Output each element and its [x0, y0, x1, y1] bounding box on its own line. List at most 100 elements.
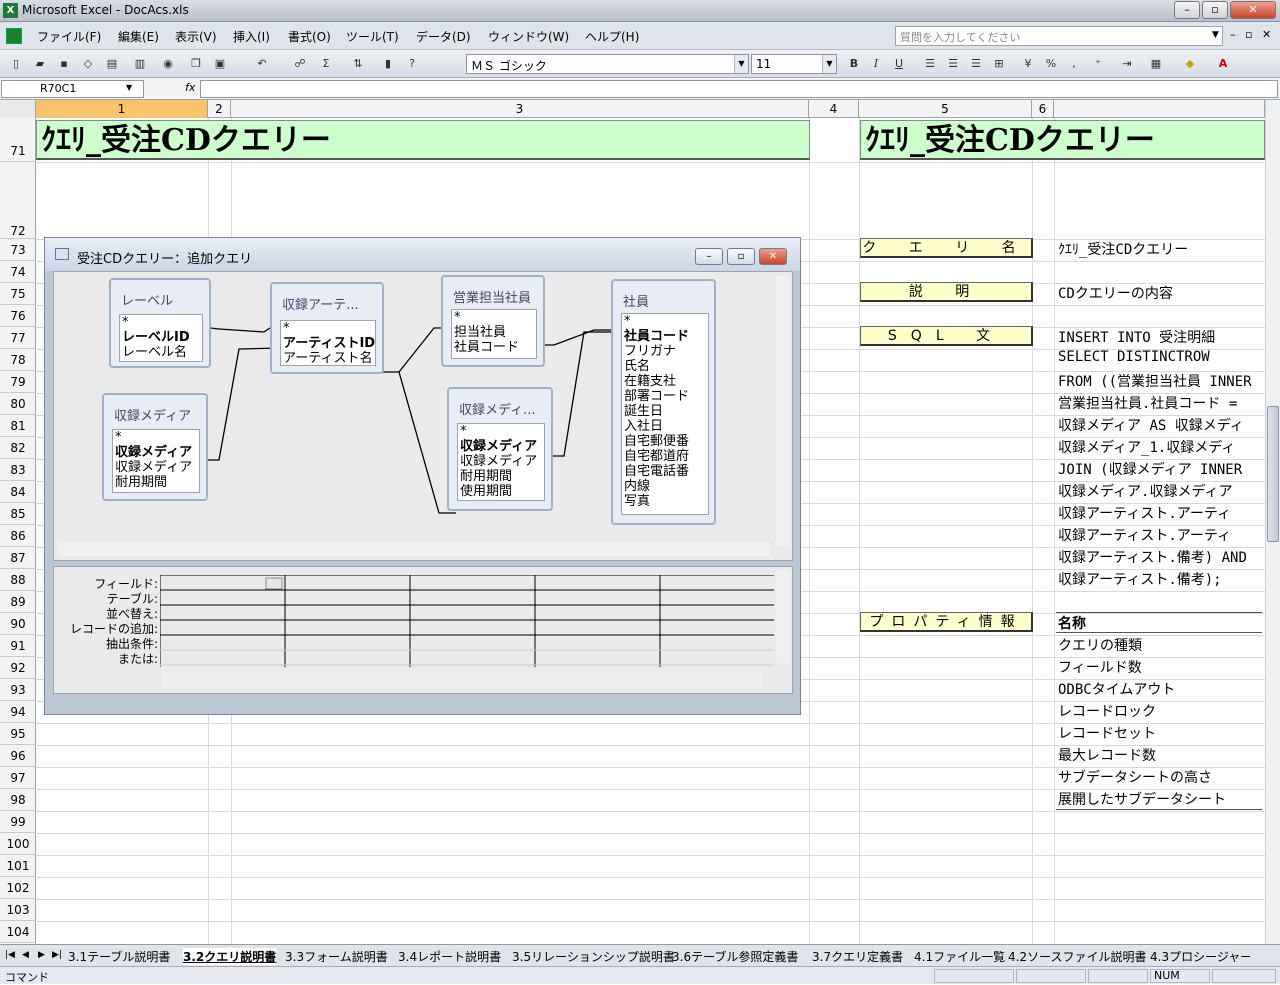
autosum-icon[interactable]: Σ — [318, 56, 334, 72]
sheet-title-right[interactable]: ｸｴﾘ_受注CDクエリー — [860, 120, 1265, 160]
row-header[interactable]: 74 — [0, 261, 36, 283]
percent-icon[interactable]: % — [1043, 56, 1059, 72]
increase-decimal-icon[interactable]: ⁺ — [1090, 56, 1106, 72]
row-header[interactable]: 88 — [0, 569, 36, 591]
description-label[interactable]: 説 明 — [860, 282, 1033, 302]
field-list[interactable]: * レーベルID レーベル名 — [119, 314, 203, 362]
maximize-button[interactable]: ▫ — [1202, 1, 1228, 19]
sheet-tab[interactable]: 3.5リレーションシップ説明書 — [512, 948, 675, 965]
column-header-6[interactable]: 6 — [1032, 100, 1054, 118]
field-item[interactable]: * — [281, 321, 375, 336]
description-value[interactable]: CDクエリーの内容 — [1058, 283, 1173, 303]
table-box-label[interactable]: レーベル * レーベルID レーベル名 — [109, 278, 211, 368]
row-header[interactable]: 82 — [0, 437, 36, 459]
column-header-4[interactable]: 4 — [809, 100, 859, 118]
menu-file[interactable]: ファイル(F) — [37, 28, 101, 45]
excel-icon[interactable]: X — [3, 3, 18, 18]
field-item[interactable]: レーベルID — [120, 330, 202, 345]
property-item[interactable]: フィールド数 — [1058, 657, 1142, 677]
row-header[interactable]: 79 — [0, 371, 36, 393]
menu-view[interactable]: 表示(V) — [175, 28, 217, 45]
chart-icon[interactable]: ▮ — [380, 56, 396, 72]
query-design-grid[interactable] — [160, 575, 774, 667]
open-icon[interactable]: ▰ — [32, 56, 48, 72]
property-item[interactable]: 展開したサブデータシート — [1058, 789, 1226, 809]
paste-icon[interactable]: ▣ — [212, 56, 228, 72]
field-item[interactable]: 在籍支社 — [622, 374, 708, 389]
row-header[interactable]: 71 — [0, 118, 36, 162]
underline-icon[interactable]: U — [891, 56, 907, 72]
sql-line[interactable]: 収録アーティスト.備考); — [1058, 569, 1222, 589]
property-item[interactable]: レコードセット — [1058, 723, 1156, 743]
formula-input[interactable] — [200, 80, 1278, 98]
grid-pane-hscrollbar[interactable] — [162, 673, 762, 687]
row-header[interactable]: 84 — [0, 481, 36, 503]
field-item[interactable]: * — [458, 424, 544, 439]
sql-line[interactable]: 収録メディア.収録メディア — [1058, 481, 1232, 501]
field-item[interactable]: 入社日 — [622, 419, 708, 434]
column-header-3[interactable]: 3 — [231, 100, 809, 118]
select-all-corner[interactable] — [0, 100, 36, 118]
sql-line[interactable]: 収録メディア_1.収録メディ — [1058, 437, 1235, 457]
table-pane-vscrollbar[interactable] — [776, 276, 790, 546]
field-item[interactable]: 内線 — [622, 479, 708, 494]
row-header[interactable]: 99 — [0, 811, 36, 833]
sql-line[interactable]: INSERT INTO 受注明細 — [1058, 327, 1215, 347]
row-header[interactable]: 92 — [0, 657, 36, 679]
font-color-icon[interactable]: A — [1215, 56, 1231, 72]
table-box-artist[interactable]: 収録アーテ... * アーティストID アーティスト名 — [270, 282, 384, 374]
row-header[interactable]: 73 — [0, 239, 36, 261]
query-minimize-button[interactable]: – — [695, 248, 723, 265]
field-item[interactable]: 耐用期間 — [113, 475, 199, 490]
row-header[interactable]: 91 — [0, 635, 36, 657]
property-item[interactable]: サブデータシートの高さ — [1058, 767, 1212, 787]
query-design-image[interactable]: 受注CDクエリー：追加クエリ – ▫ ✕ レーベル * レーベルID レーベル名 — [44, 237, 801, 715]
sql-line[interactable]: JOIN (収録メディア INNER — [1058, 459, 1242, 479]
sheet-title-left[interactable]: ｸｴﾘ_受注CDクエリー — [36, 120, 810, 160]
sql-label[interactable]: SQL 文 — [860, 326, 1033, 346]
sql-line[interactable]: 収録アーティスト.アーティ — [1058, 503, 1231, 523]
sheet-tab[interactable]: 4.1ファイル一覧 — [914, 948, 1005, 965]
row-header[interactable]: 89 — [0, 591, 36, 613]
field-list[interactable]: * 収録メディア 収録メディア 耐用期間 — [112, 429, 200, 493]
menu-format[interactable]: 書式(O) — [288, 28, 331, 45]
property-header[interactable]: 名称 — [1058, 613, 1086, 633]
query-close-button[interactable]: ✕ — [759, 248, 787, 265]
align-left-icon[interactable]: ☰ — [922, 56, 938, 72]
field-item[interactable]: 収録メディア — [458, 439, 544, 454]
doc-minimize-icon[interactable]: – — [1230, 28, 1236, 41]
workbook-icon[interactable] — [6, 28, 22, 44]
sheet-tab[interactable]: 3.6テーブル参照定義書 — [672, 948, 798, 965]
next-sheet-icon[interactable]: ▶ — [38, 950, 45, 960]
row-header[interactable]: 90 — [0, 613, 36, 635]
sheet-tab[interactable]: 3.4レポート説明書 — [398, 948, 501, 965]
italic-icon[interactable]: I — [868, 56, 884, 72]
sql-line[interactable]: SELECT DISTINCTROW — [1058, 349, 1210, 365]
sheet-vertical-scrollbar[interactable] — [1265, 100, 1280, 944]
font-size-combo[interactable]: 11 ▼ — [751, 54, 837, 74]
row-header[interactable]: 104 — [0, 921, 36, 943]
minimize-button[interactable]: – — [1174, 1, 1200, 19]
sheet-tab[interactable]: 3.1テーブル説明書 — [68, 948, 170, 965]
row-header[interactable]: 85 — [0, 503, 36, 525]
name-box[interactable]: R70C1 — [1, 80, 144, 98]
field-item[interactable]: 収録メディア — [458, 454, 544, 469]
row-header[interactable]: 78 — [0, 349, 36, 371]
properties-label[interactable]: プロパティ情報 — [860, 612, 1033, 632]
indent-icon[interactable]: ⇥ — [1119, 56, 1135, 72]
field-item[interactable]: 担当社員 — [452, 325, 536, 340]
sheet-tab[interactable]: 3.7クエリ定義書 — [812, 948, 903, 965]
field-item[interactable]: 使用期間 — [458, 484, 544, 499]
research-icon[interactable]: ◉ — [160, 56, 176, 72]
merge-center-icon[interactable]: ⊞ — [991, 56, 1007, 72]
field-item[interactable]: 写真 — [622, 494, 708, 509]
doc-close-icon[interactable]: ✕ — [1262, 28, 1271, 41]
menu-insert[interactable]: 挿入(I) — [233, 28, 270, 45]
field-item[interactable]: * — [622, 314, 708, 329]
row-header[interactable]: 76 — [0, 305, 36, 327]
property-item[interactable]: ODBCタイムアウト — [1058, 679, 1175, 699]
undo-icon[interactable]: ↶ — [254, 56, 270, 72]
field-item[interactable]: 自宅都道府 — [622, 449, 708, 464]
row-header[interactable]: 103 — [0, 899, 36, 921]
field-item[interactable]: アーティスト名 — [281, 351, 375, 365]
